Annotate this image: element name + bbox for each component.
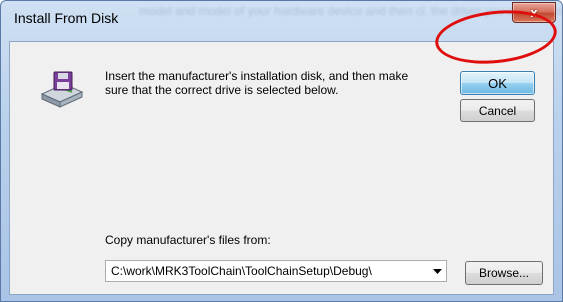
source-path-combobox[interactable]: C:\work\MRK3ToolChain\ToolChainSetup\Deb… [105, 260, 447, 282]
copy-files-label: Copy manufacturer's files from: [105, 233, 271, 247]
cancel-button[interactable]: Cancel [460, 99, 535, 122]
source-path-value[interactable]: C:\work\MRK3ToolChain\ToolChainSetup\Deb… [106, 264, 428, 278]
background-window-text: model and model of your hardware device … [139, 4, 562, 18]
close-button[interactable]: x [512, 2, 556, 23]
copy-files-label-text: Copy manufacturer's files from: [105, 233, 271, 247]
title-bar[interactable]: model and model of your hardware device … [1, 1, 562, 41]
ok-button[interactable]: OK [460, 71, 535, 95]
window-title: Install From Disk [14, 10, 119, 26]
dialog-body: Insert the manufacturer's installation d… [9, 41, 554, 295]
disk-drive-icon [40, 71, 84, 108]
close-icon: x [530, 5, 538, 20]
browse-button[interactable]: Browse... [465, 261, 543, 285]
chevron-down-icon[interactable] [428, 261, 446, 281]
install-from-disk-dialog: model and model of your hardware device … [0, 0, 563, 302]
instruction-message: Insert the manufacturer's installation d… [105, 69, 409, 97]
